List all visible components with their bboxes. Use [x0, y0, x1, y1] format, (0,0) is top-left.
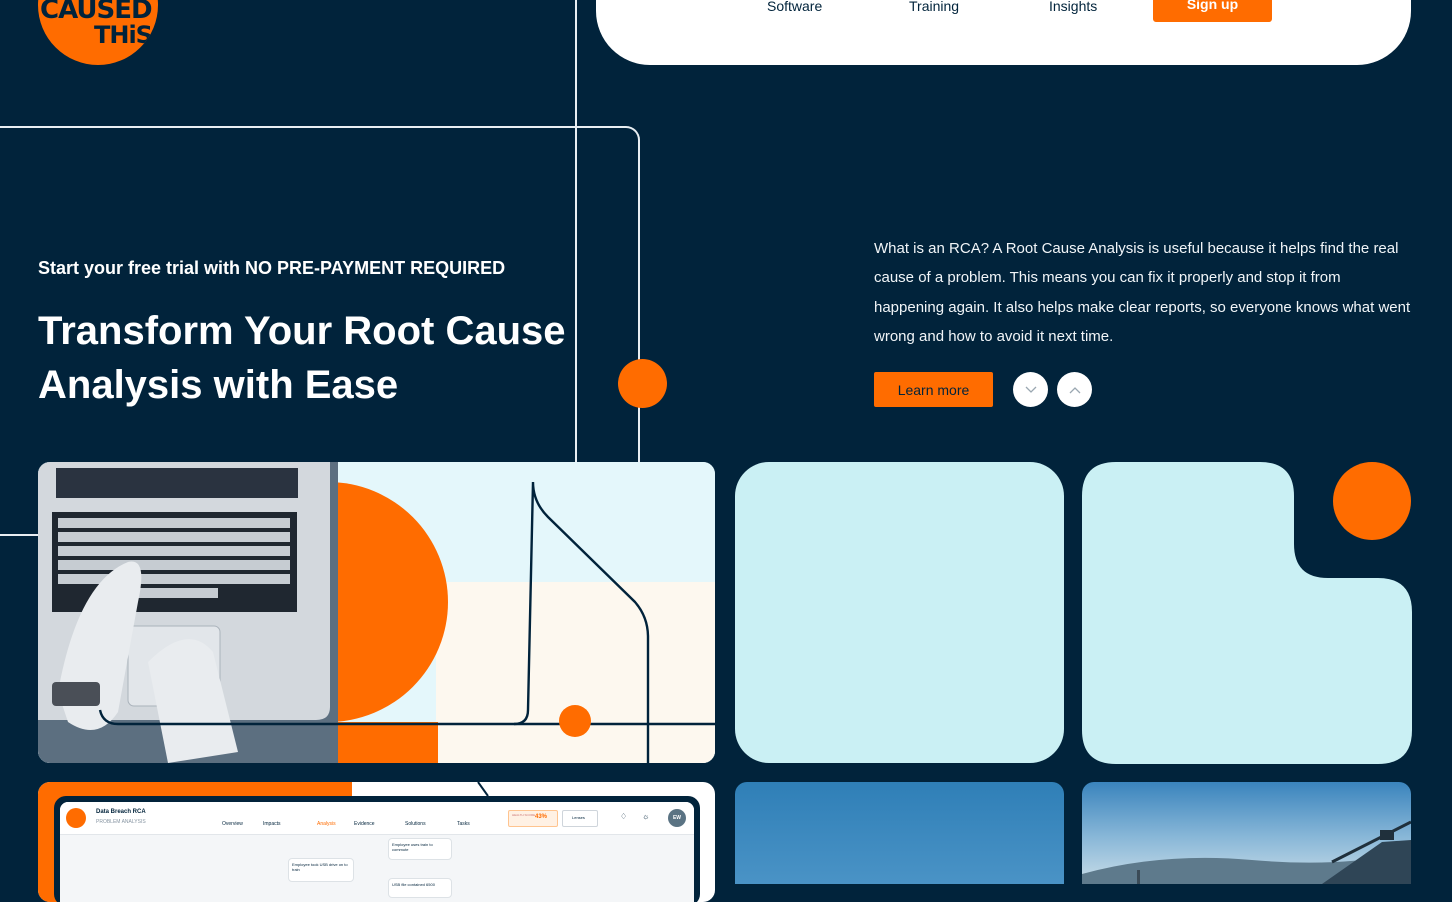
- chevron-up-icon: [1069, 386, 1080, 393]
- lenses-button[interactable]: Lenses: [562, 810, 598, 827]
- laptop-photo-card: [38, 462, 715, 763]
- feature-card: [735, 462, 1064, 763]
- settings-icon[interactable]: ☼: [642, 812, 649, 821]
- industrial-photo-card: [1082, 782, 1411, 884]
- chevron-down-icon: [1025, 386, 1036, 393]
- tab-overview[interactable]: Overview: [222, 821, 243, 827]
- app-logo: [66, 808, 86, 828]
- app-subtitle: PROBLEM ANALYSIS: [96, 819, 146, 825]
- tab-tasks[interactable]: Tasks: [457, 821, 470, 827]
- app-window: Data Breach RCA PROBLEM ANALYSIS Overvie…: [60, 802, 694, 902]
- sign-up-button[interactable]: Sign up: [1153, 0, 1272, 22]
- health-score-label: HEALTH SCORE: [512, 813, 536, 817]
- industrial-illustration: [1082, 820, 1411, 884]
- laptop-illustration: [38, 462, 715, 763]
- logo[interactable]: CAUSED THiS: [38, 0, 158, 65]
- analysis-node[interactable]: Employee uses train to commute: [388, 838, 452, 860]
- divider-line: [0, 126, 640, 468]
- health-score-value: 43%: [535, 814, 548, 820]
- lenses-label: Lenses: [572, 815, 585, 820]
- page-title: Transform Your Root Cause Analysis with …: [38, 309, 566, 407]
- divider-line: [0, 534, 38, 536]
- analysis-node[interactable]: USB file contained 6500: [388, 878, 452, 898]
- bell-icon[interactable]: ♢: [620, 812, 627, 821]
- app-title: Data Breach RCA: [96, 809, 146, 815]
- app-screenshot: Data Breach RCA PROBLEM ANALYSIS Overvie…: [54, 796, 700, 902]
- node-text: USB file contained 6500: [392, 882, 435, 887]
- avatar-initials: EW: [672, 815, 682, 821]
- health-score-badge: HEALTH SCORE 43%: [508, 810, 558, 827]
- decorative-dot: [618, 359, 667, 408]
- logo-text: CAUSED: [40, 0, 153, 25]
- nav-item-software[interactable]: Software: [767, 0, 822, 14]
- sky-photo-card: [735, 782, 1064, 884]
- tab-solutions[interactable]: Solutions: [405, 821, 426, 827]
- tab-analysis[interactable]: Analysis: [317, 821, 336, 827]
- node-text: Employee uses train to commute: [392, 842, 433, 852]
- tab-impacts[interactable]: Impacts: [263, 821, 281, 827]
- learn-more-button[interactable]: Learn more: [874, 372, 993, 407]
- nav-item-training[interactable]: Training: [909, 0, 959, 14]
- tab-evidence[interactable]: Evidence: [354, 821, 375, 827]
- rca-description: What is an RCA? A Root Cause Analysis is…: [874, 240, 1411, 345]
- trial-banner: Start your free trial with NO PRE-PAYMEN…: [38, 258, 506, 278]
- logo-text: THiS: [94, 21, 153, 49]
- scroll-up-button[interactable]: [1057, 372, 1092, 407]
- decorative-dot: [1333, 462, 1411, 540]
- analysis-node[interactable]: Employee took USB drive on to train: [288, 858, 354, 882]
- nav-item-insights[interactable]: Insights: [1049, 0, 1097, 14]
- app-preview-card: Data Breach RCA PROBLEM ANALYSIS Overvie…: [38, 782, 715, 902]
- node-text: Employee took USB drive on to train: [292, 862, 348, 872]
- top-nav: Software Training Insights Sign up: [596, 0, 1411, 65]
- app-header: Data Breach RCA PROBLEM ANALYSIS Overvie…: [60, 802, 694, 835]
- avatar[interactable]: EW: [668, 809, 686, 827]
- scroll-down-button[interactable]: [1013, 372, 1048, 407]
